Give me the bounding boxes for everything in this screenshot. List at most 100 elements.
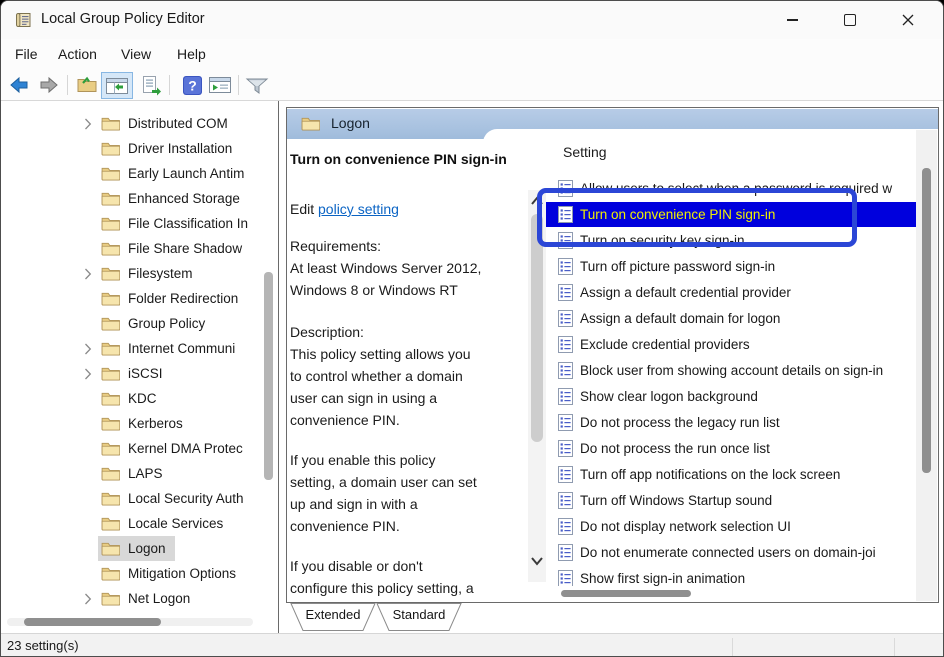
setting-row-first-sign-in-animation[interactable]: Show first sign-in animation bbox=[546, 566, 916, 586]
toolbar-separator bbox=[238, 75, 239, 95]
tree-item-driver-installation[interactable]: Driver Installation bbox=[1, 136, 262, 161]
tree-item-filesystem[interactable]: Filesystem bbox=[1, 261, 262, 286]
chevron-right-icon[interactable] bbox=[84, 118, 92, 130]
setting-row-block-account-details[interactable]: Block user from showing account details … bbox=[546, 358, 916, 383]
tree-item-kerberos[interactable]: Kerberos bbox=[1, 411, 262, 436]
setting-row-clear-logon-background[interactable]: Show clear logon background bbox=[546, 384, 916, 409]
filter-icon bbox=[245, 74, 269, 96]
policy-icon bbox=[558, 388, 573, 405]
policy-icon bbox=[558, 310, 573, 327]
policy-icon bbox=[558, 284, 573, 301]
status-divider bbox=[732, 638, 733, 656]
setting-row-network-selection-ui[interactable]: Do not display network selection UI bbox=[546, 514, 916, 539]
export-list-icon bbox=[140, 74, 162, 96]
setting-row-default-domain[interactable]: Assign a default domain for logon bbox=[546, 306, 916, 331]
help-icon: ? bbox=[182, 75, 203, 96]
folder-icon bbox=[101, 541, 120, 556]
setting-row-turn-on-convenience-pin[interactable]: Turn on convenience PIN sign-in bbox=[546, 202, 916, 227]
policy-icon bbox=[558, 206, 573, 223]
window-title: Local Group Policy Editor bbox=[41, 11, 205, 27]
forward-button[interactable] bbox=[36, 72, 62, 98]
tab-extended[interactable]: Extended bbox=[302, 607, 364, 622]
folder-icon bbox=[101, 516, 120, 531]
description-text: Description: This policy setting allows … bbox=[290, 321, 532, 431]
menu-view[interactable]: View bbox=[117, 43, 155, 65]
tree-item-folder-redirection[interactable]: Folder Redirection bbox=[1, 286, 262, 311]
list-horizontal-scrollbar-thumb[interactable] bbox=[561, 590, 691, 597]
setting-row-legacy-run-list[interactable]: Do not process the legacy run list bbox=[546, 410, 916, 435]
forward-icon bbox=[38, 74, 60, 96]
menu-help[interactable]: Help bbox=[173, 43, 210, 65]
scroll-up-icon[interactable] bbox=[531, 196, 543, 206]
folder-icon bbox=[101, 466, 120, 481]
close-icon bbox=[902, 14, 914, 26]
policy-icon bbox=[558, 466, 573, 483]
setting-row-enumerate-connected-users[interactable]: Do not enumerate connected users on doma… bbox=[546, 540, 916, 565]
show-properties-button[interactable] bbox=[207, 72, 233, 98]
tree-item-early-launch[interactable]: Early Launch Antim bbox=[1, 161, 262, 186]
menu-action[interactable]: Action bbox=[54, 43, 101, 65]
scroll-down-icon[interactable] bbox=[531, 556, 543, 566]
help-button[interactable]: ? bbox=[179, 72, 205, 98]
tree-item-kdc[interactable]: KDC bbox=[1, 386, 262, 411]
up-folder-icon bbox=[76, 74, 98, 96]
tree-horizontal-scrollbar-thumb[interactable] bbox=[24, 618, 161, 626]
folder-icon bbox=[101, 491, 120, 506]
setting-row-security-key[interactable]: Turn on security key sign-in bbox=[546, 228, 916, 253]
tree-item-iscsi[interactable]: iSCSI bbox=[1, 361, 262, 386]
tree-item-locale-services[interactable]: Locale Services bbox=[1, 511, 262, 536]
setting-row-picture-password[interactable]: Turn off picture password sign-in bbox=[546, 254, 916, 279]
policy-icon bbox=[558, 492, 573, 509]
setting-row-default-credential-provider[interactable]: Assign a default credential provider bbox=[546, 280, 916, 305]
chevron-right-icon[interactable] bbox=[84, 343, 92, 355]
folder-icon bbox=[101, 416, 120, 431]
up-one-level-button[interactable] bbox=[74, 72, 100, 98]
menu-file[interactable]: File bbox=[11, 43, 42, 65]
detail-scrollbar-thumb[interactable] bbox=[531, 214, 543, 442]
tree-item-logon[interactable]: Logon bbox=[1, 536, 262, 561]
tree-item-file-share-shadow[interactable]: File Share Shadow bbox=[1, 236, 262, 261]
export-list-button[interactable] bbox=[138, 72, 164, 98]
folder-icon bbox=[101, 266, 120, 281]
tree-item-local-security[interactable]: Local Security Auth bbox=[1, 486, 262, 511]
back-button[interactable] bbox=[6, 72, 32, 98]
folder-icon bbox=[301, 116, 320, 131]
chevron-right-icon[interactable] bbox=[84, 268, 92, 280]
minimize-button[interactable] bbox=[763, 1, 821, 39]
maximize-icon bbox=[844, 14, 856, 26]
properties-window-icon bbox=[208, 75, 232, 95]
setting-row-exclude-credential-providers[interactable]: Exclude credential providers bbox=[546, 332, 916, 357]
tree-viewport: Distributed COM Driver Installation Earl… bbox=[1, 101, 262, 613]
chevron-right-icon[interactable] bbox=[84, 368, 92, 380]
maximize-button[interactable] bbox=[821, 1, 879, 39]
toggle-console-tree-button[interactable] bbox=[101, 72, 133, 99]
tree-item-mitigation-options[interactable]: Mitigation Options bbox=[1, 561, 262, 586]
setting-row-startup-sound[interactable]: Turn off Windows Startup sound bbox=[546, 488, 916, 513]
setting-row-run-once-list[interactable]: Do not process the run once list bbox=[546, 436, 916, 461]
filter-button[interactable] bbox=[244, 72, 270, 98]
tree-vertical-scrollbar-thumb[interactable] bbox=[264, 272, 273, 480]
folder-icon bbox=[101, 191, 120, 206]
setting-row-allow-password-select[interactable]: Allow users to select when a password is… bbox=[546, 176, 916, 201]
tree-item-group-policy[interactable]: Group Policy bbox=[1, 311, 262, 336]
column-header-setting[interactable]: Setting bbox=[563, 144, 607, 160]
tree-item-distributed-com[interactable]: Distributed COM bbox=[1, 111, 262, 136]
tree-item-laps[interactable]: LAPS bbox=[1, 461, 262, 486]
policy-icon bbox=[558, 440, 573, 457]
tree-item-internet-comm[interactable]: Internet Communi bbox=[1, 336, 262, 361]
tree-item-enhanced-storage[interactable]: Enhanced Storage bbox=[1, 186, 262, 211]
policy-setting-link[interactable]: policy setting bbox=[318, 201, 399, 217]
chevron-right-icon[interactable] bbox=[84, 593, 92, 605]
close-button[interactable] bbox=[879, 1, 937, 39]
tree-item-file-classification[interactable]: File Classification In bbox=[1, 211, 262, 236]
tree-item-net-logon[interactable]: Net Logon bbox=[1, 586, 262, 611]
tab-standard[interactable]: Standard bbox=[388, 607, 450, 622]
toolbar-separator bbox=[67, 75, 68, 95]
folder-icon bbox=[101, 291, 120, 306]
list-vertical-scrollbar-thumb[interactable] bbox=[922, 168, 931, 473]
setting-row-lock-screen-notifications[interactable]: Turn off app notifications on the lock s… bbox=[546, 462, 916, 487]
console-tree-icon bbox=[105, 76, 129, 96]
policy-icon bbox=[558, 336, 573, 353]
tree-item-kernel-dma[interactable]: Kernel DMA Protec bbox=[1, 436, 262, 461]
folder-icon bbox=[101, 566, 120, 581]
